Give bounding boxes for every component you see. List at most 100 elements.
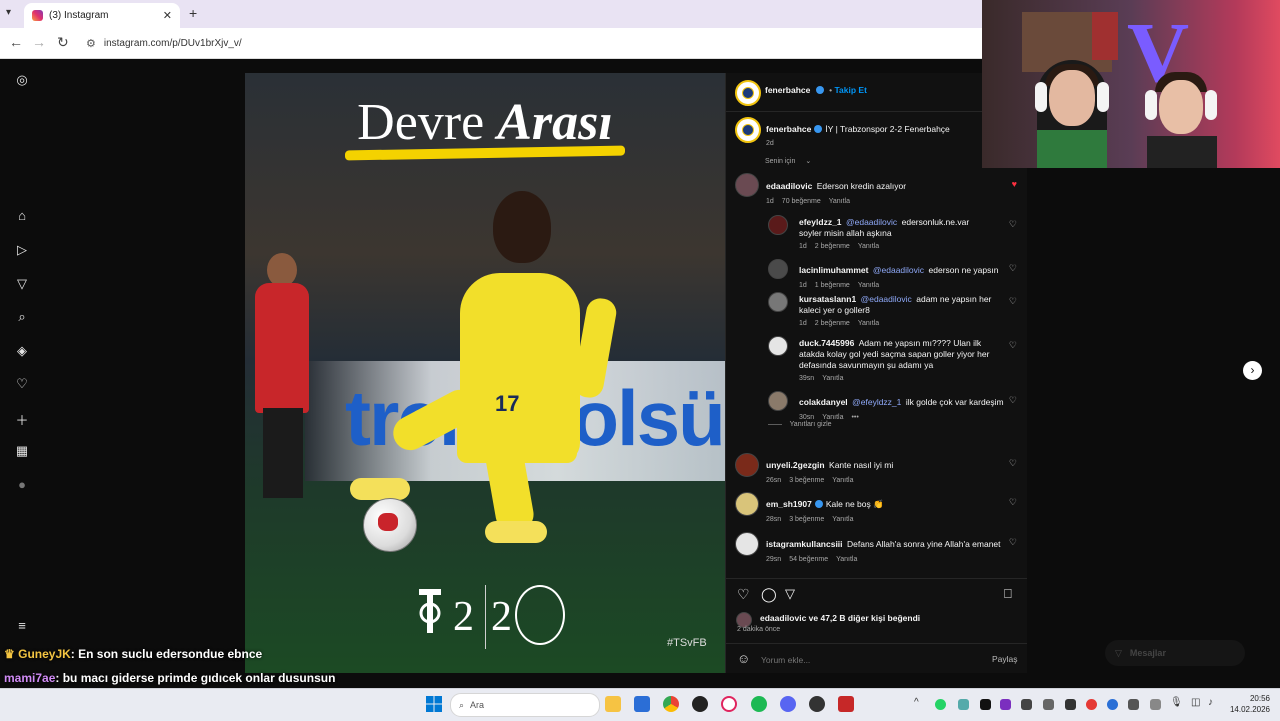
volume-icon[interactable]: ♪ xyxy=(1208,697,1213,708)
microphone-icon[interactable]: 🎙 xyxy=(1170,697,1183,708)
follow-button[interactable]: Takip Et xyxy=(834,85,866,95)
comment-mention[interactable]: @efeyldzz_1 xyxy=(852,397,901,407)
caption-avatar[interactable] xyxy=(735,117,761,143)
comment-username[interactable]: istagramkullancsiii xyxy=(766,539,843,549)
tray-app-icon[interactable] xyxy=(958,699,969,710)
like-comment-icon[interactable]: ♡ xyxy=(1009,537,1017,548)
tray-app-icon[interactable] xyxy=(1107,699,1118,710)
more-menu-icon[interactable]: ≡ xyxy=(12,618,32,633)
record-tray-icon[interactable] xyxy=(1086,699,1097,710)
like-comment-icon[interactable]: ♡ xyxy=(1009,458,1017,469)
likes-summary[interactable]: edaadilovic ve 47,2 B diğer kişi beğendi xyxy=(760,613,920,623)
site-info-icon[interactable]: ⚙ xyxy=(86,37,96,50)
tray-app-icon[interactable] xyxy=(1043,699,1054,710)
next-post-chevron-icon[interactable]: › xyxy=(1243,361,1262,380)
comment-username[interactable]: duck.7445996 xyxy=(799,338,854,348)
like-comment-icon[interactable]: ♡ xyxy=(1009,497,1017,508)
explore-icon[interactable]: ◈ xyxy=(12,343,32,359)
nvidia-tray-icon[interactable] xyxy=(980,699,991,710)
comment-avatar[interactable] xyxy=(768,391,788,411)
reload-icon[interactable]: ↻ xyxy=(57,34,69,51)
more-options-icon[interactable]: ••• xyxy=(851,414,858,421)
fenerbahce-avatar[interactable] xyxy=(735,80,761,106)
like-comment-icon[interactable]: ♥ xyxy=(1012,179,1017,189)
windows-start-icon[interactable] xyxy=(426,696,442,712)
home-icon[interactable]: ⌂ xyxy=(12,208,32,223)
save-bookmark-icon[interactable]: ⎕ xyxy=(1004,586,1012,602)
comment-avatar[interactable] xyxy=(768,292,788,312)
tray-chevron-icon[interactable]: ^ xyxy=(914,697,919,708)
taskbar-search[interactable]: ⌕ Ara xyxy=(450,693,600,717)
reels-icon[interactable]: ▷ xyxy=(12,242,32,258)
comment-avatar[interactable] xyxy=(768,259,788,279)
caption-username[interactable]: fenerbahce xyxy=(766,124,811,134)
onenote-tray-icon[interactable] xyxy=(1000,699,1011,710)
comment-likes[interactable]: 2 beğenme xyxy=(815,320,850,327)
github-icon[interactable] xyxy=(692,696,708,712)
header-username[interactable]: fenerbahce xyxy=(765,85,810,95)
instagram-logo-icon[interactable]: ◎ xyxy=(12,72,32,88)
comment-avatar[interactable] xyxy=(735,453,759,477)
reply-button[interactable]: Yanıtla xyxy=(858,243,879,250)
discord-icon[interactable] xyxy=(780,696,796,712)
reply-button[interactable]: Yanıtla xyxy=(836,556,857,563)
comment-likes[interactable]: 2 beğenme xyxy=(815,243,850,250)
comment-likes[interactable]: 3 beğenme xyxy=(789,477,824,484)
like-comment-icon[interactable]: ♡ xyxy=(1009,263,1017,274)
steam-icon[interactable] xyxy=(809,696,825,712)
reply-button[interactable]: Yanıtla xyxy=(822,375,843,382)
comment-username[interactable]: edaadilovic xyxy=(766,181,812,191)
tray-app-icon[interactable] xyxy=(1128,699,1139,710)
comment-username[interactable]: kursataslann1 xyxy=(799,294,856,304)
sort-dropdown[interactable]: Senin için ⌄ xyxy=(765,157,819,165)
spotify-icon[interactable] xyxy=(751,696,767,712)
share-comment-button[interactable]: Paylaş xyxy=(992,654,1018,664)
whatsapp-tray-icon[interactable] xyxy=(935,699,946,710)
comment-likes[interactable]: 3 beğenme xyxy=(789,516,824,523)
like-post-icon[interactable]: ♡ xyxy=(737,586,750,603)
share-icon[interactable]: ▽ xyxy=(785,586,795,602)
new-tab-button[interactable]: + xyxy=(189,5,197,21)
back-icon[interactable]: ← xyxy=(9,34,23,50)
comment-avatar[interactable] xyxy=(735,173,759,197)
comment-avatar[interactable] xyxy=(735,532,759,556)
emoji-icon[interactable]: ☺ xyxy=(737,651,750,666)
comment-mention[interactable]: @edaadilovic xyxy=(846,217,897,227)
forward-icon[interactable]: → xyxy=(32,34,46,50)
comment-avatar[interactable] xyxy=(735,492,759,516)
reply-button[interactable]: Yanıtla xyxy=(858,282,879,289)
comment-likes[interactable]: 54 beğenme xyxy=(789,556,828,563)
comment-input[interactable] xyxy=(759,652,973,668)
like-comment-icon[interactable]: ♡ xyxy=(1009,296,1017,307)
comment-username[interactable]: efeyldzz_1 xyxy=(799,217,842,227)
reply-button[interactable]: Yanıtla xyxy=(822,414,843,421)
comment-mention[interactable]: @edaadilovic xyxy=(873,265,924,275)
notifications-icon[interactable]: ♡ xyxy=(12,376,32,392)
comment-icon[interactable]: ◯ xyxy=(761,586,777,603)
reply-button[interactable]: Yanıtla xyxy=(829,198,850,205)
profile-icon[interactable]: ● xyxy=(12,477,32,492)
create-icon[interactable]: ＋ xyxy=(12,410,32,429)
comment-mention[interactable]: @edaadilovic xyxy=(861,294,912,304)
file-explorer-icon[interactable] xyxy=(605,696,621,712)
comment-avatar[interactable] xyxy=(768,336,788,356)
search-icon[interactable]: ⌕ xyxy=(12,309,32,325)
tray-app-icon[interactable] xyxy=(1150,699,1161,710)
like-comment-icon[interactable]: ♡ xyxy=(1009,340,1017,351)
comment-avatar[interactable] xyxy=(768,215,788,235)
like-comment-icon[interactable]: ♡ xyxy=(1009,395,1017,406)
comment-likes[interactable]: 1 beğenme xyxy=(815,282,850,289)
messages-button[interactable]: ▽ Mesajlar xyxy=(1105,640,1245,666)
comment-likes[interactable]: 70 beğenme xyxy=(782,198,821,205)
hide-replies-button[interactable]: —— Yanıtları gizle xyxy=(768,421,840,428)
dashboard-icon[interactable]: ▦ xyxy=(12,443,32,459)
chrome-icon[interactable] xyxy=(663,696,679,712)
reply-button[interactable]: Yanıtla xyxy=(832,477,853,484)
clock[interactable]: 20:56 14.02.2026 xyxy=(1226,693,1270,715)
store-icon[interactable] xyxy=(634,696,650,712)
opera-icon[interactable] xyxy=(721,696,737,712)
like-comment-icon[interactable]: ♡ xyxy=(1009,219,1017,230)
comment-username[interactable]: em_sh1907 xyxy=(766,499,812,509)
comment-username[interactable]: lacinlimuhammet xyxy=(799,265,868,275)
browser-tab[interactable]: (3) Instagram ✕ xyxy=(24,3,180,28)
